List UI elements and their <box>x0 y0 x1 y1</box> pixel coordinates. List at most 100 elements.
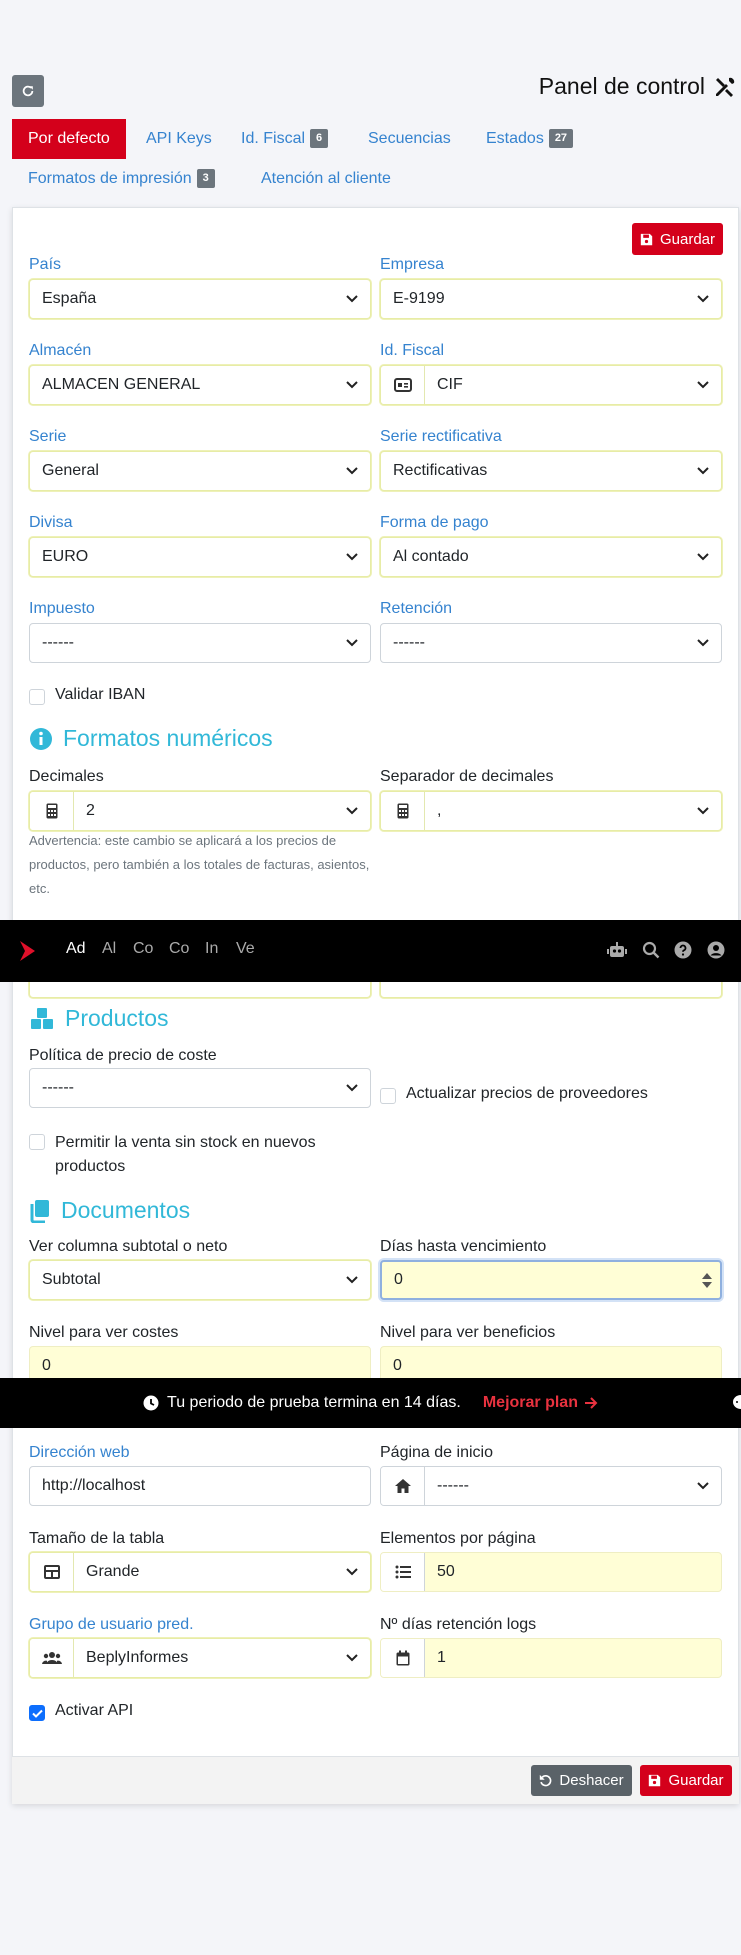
save-button-top[interactable]: Guardar <box>632 223 723 255</box>
chevron-down-icon <box>334 295 370 303</box>
decimales-select[interactable]: 2 <box>29 791 371 831</box>
tab-sequences[interactable]: Secuencias <box>352 119 467 159</box>
chevron-down-icon <box>685 553 721 561</box>
separador-label: Separador de decimales <box>380 768 554 785</box>
check-icon <box>31 1709 43 1718</box>
nav-item-al[interactable]: Al <box>102 940 116 958</box>
columna-label: Ver columna subtotal o neto <box>29 1238 228 1255</box>
chevron-down-icon <box>685 639 721 647</box>
politica-select[interactable]: ------ <box>29 1068 371 1108</box>
grupo-label: Grupo de usuario pred. <box>29 1616 194 1633</box>
save-button-bottom[interactable]: Guardar <box>640 1765 732 1796</box>
numeric-formats-heading: Formatos numéricos <box>29 725 273 752</box>
chevron-down-icon <box>685 381 721 389</box>
cubes-icon <box>31 1007 53 1029</box>
checkbox-box[interactable] <box>29 1134 45 1150</box>
nav-item-ve[interactable]: Ve <box>236 940 255 958</box>
refresh-button[interactable] <box>12 75 44 107</box>
elementos-input[interactable]: 50 <box>380 1552 722 1592</box>
pais-select[interactable]: España <box>29 279 371 319</box>
robot-icon[interactable] <box>607 941 627 959</box>
trial-banner: Tu periodo de prueba termina en 14 días.… <box>0 1378 741 1428</box>
idfiscal-select[interactable]: CIF <box>380 365 722 405</box>
retencion-label: Retención <box>380 600 453 617</box>
chevron-down-icon <box>334 553 370 561</box>
number-spinner[interactable] <box>694 1272 720 1288</box>
chevron-down-icon <box>334 1276 370 1284</box>
tab-customer-service[interactable]: Atención al cliente <box>245 159 407 199</box>
serie-rectificativa-label: Serie rectificativa <box>380 428 502 445</box>
tools-icon <box>716 77 735 97</box>
serie-rectificativa-select[interactable]: Rectificativas <box>380 451 722 491</box>
serie-select[interactable]: General <box>29 451 371 491</box>
retencion-select[interactable]: ------ <box>380 623 722 663</box>
impuesto-select[interactable]: ------ <box>29 623 371 663</box>
chevron-down-icon <box>685 467 721 475</box>
dias-logs-label: Nº días retención logs <box>380 1616 537 1633</box>
id-card-icon <box>381 366 425 404</box>
pagina-inicio-select[interactable]: ------ <box>380 1466 722 1506</box>
empresa-select[interactable]: E-9199 <box>380 279 722 319</box>
checkbox-box[interactable] <box>380 1088 396 1104</box>
tab-print-formats[interactable]: Formatos de impresión 3 <box>12 159 231 199</box>
users-icon <box>30 1639 74 1677</box>
top-navbar: Ad Al Co Co In Ve <box>0 920 741 982</box>
undo-icon <box>540 1774 552 1787</box>
columna-select[interactable]: Subtotal <box>29 1260 371 1300</box>
pais-label: País <box>29 256 62 273</box>
chevron-down-icon <box>685 1482 721 1490</box>
user-icon[interactable] <box>707 941 725 959</box>
nav-item-in[interactable]: In <box>205 940 218 958</box>
count-badge: 27 <box>548 129 574 149</box>
documents-heading: Documentos <box>29 1197 190 1224</box>
tab-defaults[interactable]: Por defecto <box>12 119 126 159</box>
forma-pago-select[interactable]: Al contado <box>380 537 722 577</box>
tamano-tabla-select[interactable]: Grande <box>29 1552 371 1592</box>
spin-up-icon[interactable] <box>702 1272 712 1279</box>
dias-logs-input[interactable]: 1 <box>380 1638 722 1678</box>
empresa-label: Empresa <box>380 256 445 273</box>
tab-api-keys[interactable]: API Keys <box>130 119 228 159</box>
divisa-label: Divisa <box>29 514 73 531</box>
help-icon[interactable] <box>674 941 692 959</box>
elementos-label: Elementos por página <box>380 1530 536 1547</box>
divisa-select[interactable]: EURO <box>29 537 371 577</box>
logo-icon[interactable] <box>18 940 36 962</box>
checkbox-box-checked[interactable] <box>29 1705 45 1721</box>
actualizar-precios-checkbox[interactable]: Actualizar precios de proveedores <box>380 1085 648 1104</box>
list-icon <box>381 1553 425 1591</box>
save-icon <box>640 233 653 245</box>
nav-item-co-2[interactable]: Co <box>169 940 189 958</box>
chevron-down-icon <box>334 1654 370 1662</box>
refresh-icon <box>22 85 34 97</box>
chevron-down-icon <box>334 807 370 815</box>
dias-vencimiento-input[interactable]: 0 <box>380 1260 722 1300</box>
tab-fiscal-id[interactable]: Id. Fiscal 6 <box>225 119 344 159</box>
validar-iban-checkbox[interactable]: Validar IBAN <box>29 686 145 705</box>
grupo-select[interactable]: BeplyInformes <box>29 1638 371 1678</box>
spin-down-icon[interactable] <box>702 1281 712 1288</box>
activar-api-checkbox[interactable]: Activar API <box>29 1702 133 1721</box>
arrow-right-icon <box>584 1397 598 1409</box>
calculator-icon <box>30 792 74 830</box>
almacen-select[interactable]: ALMACEN GENERAL <box>29 365 371 405</box>
calendar-icon <box>381 1639 425 1677</box>
venta-sin-stock-checkbox[interactable]: Permitir la venta sin stock en nuevos pro… <box>29 1131 316 1179</box>
checkbox-box[interactable] <box>29 689 45 705</box>
nav-item-co-1[interactable]: Co <box>133 940 153 958</box>
undo-button[interactable]: Deshacer <box>531 1765 632 1796</box>
tab-states[interactable]: Estados 27 <box>470 119 589 159</box>
search-icon[interactable] <box>642 941 660 959</box>
separador-select[interactable]: , <box>380 791 722 831</box>
chat-icon[interactable] <box>731 1393 741 1411</box>
direccion-input[interactable]: http://localhost <box>29 1466 371 1506</box>
clock-icon <box>143 1395 159 1411</box>
idfiscal-label: Id. Fiscal <box>380 342 445 359</box>
info-icon <box>30 727 52 750</box>
upgrade-plan-link[interactable]: Mejorar plan <box>483 1394 598 1412</box>
chevron-down-icon <box>334 381 370 389</box>
chevron-down-icon <box>685 295 721 303</box>
direccion-label: Dirección web <box>29 1444 130 1461</box>
table-icon <box>30 1553 74 1591</box>
nav-item-ad[interactable]: Ad <box>66 940 86 958</box>
